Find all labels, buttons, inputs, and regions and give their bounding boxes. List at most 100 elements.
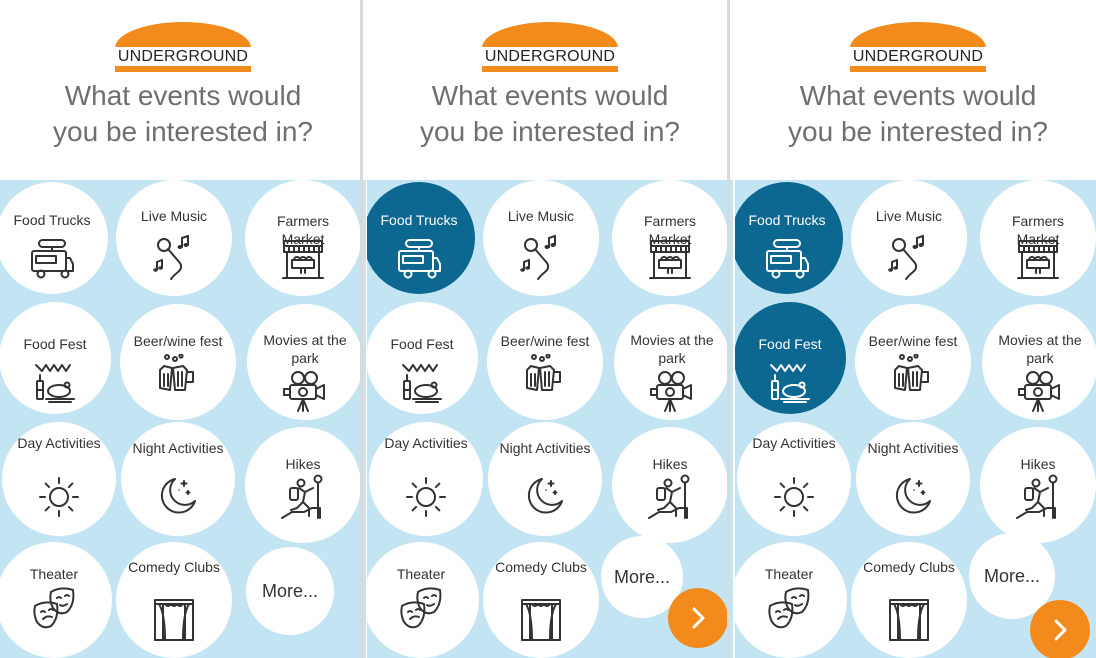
- event-option-night-activities[interactable]: Night Activities: [121, 422, 235, 536]
- moon-icon: [155, 473, 201, 519]
- event-option-live-music[interactable]: Live Music: [483, 180, 599, 296]
- event-option-movies-at-the-park[interactable]: Movies at the park: [982, 304, 1096, 420]
- event-option-day-activities[interactable]: Day Activities: [737, 422, 851, 536]
- event-option-movies-at-the-park[interactable]: Movies at the park: [614, 304, 730, 420]
- beer-mugs-icon: [155, 354, 201, 400]
- market-stall-icon: [1015, 238, 1061, 284]
- event-label: Live Music: [875, 208, 943, 224]
- microphone-icon: [886, 234, 932, 280]
- event-option-theater[interactable]: Theater: [367, 542, 479, 658]
- curtain-stage-icon: [518, 597, 564, 643]
- food-fest-icon: [399, 361, 445, 407]
- event-label: Food Trucks: [380, 212, 458, 228]
- event-option-night-activities[interactable]: Night Activities: [488, 422, 602, 536]
- movie-camera-icon: [282, 368, 328, 414]
- event-option-beer-wine-fest[interactable]: Beer/wine fest: [855, 304, 971, 420]
- logo-text: UNDERGROUND: [848, 47, 988, 66]
- event-label: Food Fest: [390, 336, 454, 352]
- food-truck-icon: [29, 238, 75, 284]
- event-label: Hikes: [652, 456, 688, 472]
- hiker-icon: [1015, 474, 1061, 520]
- movie-camera-icon: [649, 368, 695, 414]
- question-line-1: What events would: [64, 80, 302, 111]
- event-label: Beer/wine fest: [500, 333, 590, 349]
- event-label: Live Music: [507, 208, 575, 224]
- event-option-hikes[interactable]: Hikes: [980, 427, 1096, 543]
- more-label: More...: [983, 566, 1040, 586]
- page-title: What events would you be interested in?: [735, 78, 1096, 150]
- more-button[interactable]: More...: [246, 547, 334, 635]
- event-option-food-trucks[interactable]: Food Trucks: [735, 182, 843, 294]
- event-option-food-fest[interactable]: Food Fest: [0, 302, 111, 414]
- sun-icon: [771, 474, 817, 520]
- event-option-day-activities[interactable]: Day Activities: [2, 422, 116, 536]
- event-option-hikes[interactable]: Hikes: [245, 427, 361, 543]
- event-label: Live Music: [140, 208, 208, 224]
- next-button[interactable]: [1030, 600, 1090, 658]
- event-option-day-activities[interactable]: Day Activities: [369, 422, 483, 536]
- event-label: Food Trucks: [748, 212, 826, 228]
- event-option-comedy-clubs[interactable]: Comedy Clubs: [851, 542, 967, 658]
- event-option-theater[interactable]: Theater: [735, 542, 847, 658]
- event-option-hikes[interactable]: Hikes: [612, 427, 728, 543]
- event-option-comedy-clubs[interactable]: Comedy Clubs: [483, 542, 599, 658]
- food-truck-icon: [764, 238, 810, 284]
- event-option-farmers-market[interactable]: Farmers Market: [245, 180, 361, 296]
- more-label: More...: [261, 581, 318, 601]
- page-title: What events would you be interested in?: [0, 78, 366, 150]
- question-line-2: you be interested in?: [420, 116, 680, 147]
- event-label: Food Fest: [758, 336, 822, 352]
- event-label: Comedy Clubs: [495, 559, 587, 575]
- event-option-live-music[interactable]: Live Music: [116, 180, 232, 296]
- event-label: Beer/wine fest: [868, 333, 958, 349]
- event-label: Day Activities: [17, 435, 101, 451]
- theater-masks-icon: [766, 586, 812, 632]
- event-option-food-trucks[interactable]: Food Trucks: [367, 182, 475, 294]
- event-option-beer-wine-fest[interactable]: Beer/wine fest: [487, 304, 603, 420]
- event-label: Day Activities: [752, 435, 836, 451]
- more-label: More...: [613, 567, 670, 587]
- event-label: Food Fest: [23, 336, 87, 352]
- food-fest-icon: [32, 361, 78, 407]
- event-label: Comedy Clubs: [863, 559, 955, 575]
- event-label: Theater: [29, 566, 79, 582]
- question-line-2: you be interested in?: [53, 116, 313, 147]
- event-option-movies-at-the-park[interactable]: Movies at the park: [247, 304, 363, 420]
- header: UNDERGROUND What events would you be inter…: [367, 0, 733, 180]
- event-option-food-fest[interactable]: Food Fest: [735, 302, 846, 414]
- header: UNDERGROUND What events would you be inter…: [0, 0, 366, 180]
- logo-text: UNDERGROUND: [113, 47, 253, 66]
- hiker-icon: [647, 474, 693, 520]
- logo: UNDERGROUND: [848, 22, 988, 72]
- event-label: Beer/wine fest: [133, 333, 223, 349]
- event-label: Night Activities: [132, 440, 224, 456]
- logo: UNDERGROUND: [480, 22, 620, 72]
- event-option-food-fest[interactable]: Food Fest: [367, 302, 478, 414]
- moon-icon: [522, 473, 568, 519]
- event-option-farmers-market[interactable]: Farmers Market: [980, 180, 1096, 296]
- question-line-1: What events would: [799, 80, 1037, 111]
- event-option-theater[interactable]: Theater: [0, 542, 112, 658]
- event-label: Movies at the park: [998, 332, 1082, 366]
- chevron-right-icon: [1054, 619, 1067, 641]
- screen-3: UNDERGROUND What events would you be inter…: [735, 0, 1096, 658]
- event-option-beer-wine-fest[interactable]: Beer/wine fest: [120, 304, 236, 420]
- logo-text: UNDERGROUND: [480, 47, 620, 66]
- event-option-night-activities[interactable]: Night Activities: [856, 422, 970, 536]
- header: UNDERGROUND What events would you be inter…: [735, 0, 1096, 180]
- hiker-icon: [280, 474, 326, 520]
- event-label: Comedy Clubs: [128, 559, 220, 575]
- microphone-icon: [518, 234, 564, 280]
- question-line-2: you be interested in?: [788, 116, 1048, 147]
- event-option-farmers-market[interactable]: Farmers Market: [612, 180, 728, 296]
- event-option-food-trucks[interactable]: Food Trucks: [0, 182, 108, 294]
- beer-mugs-icon: [890, 354, 936, 400]
- market-stall-icon: [280, 238, 326, 284]
- next-button[interactable]: [668, 588, 728, 648]
- page-title: What events would you be interested in?: [367, 78, 733, 150]
- market-stall-icon: [647, 238, 693, 284]
- event-option-live-music[interactable]: Live Music: [851, 180, 967, 296]
- event-label: Food Trucks: [13, 212, 91, 228]
- event-option-comedy-clubs[interactable]: Comedy Clubs: [116, 542, 232, 658]
- sun-icon: [36, 474, 82, 520]
